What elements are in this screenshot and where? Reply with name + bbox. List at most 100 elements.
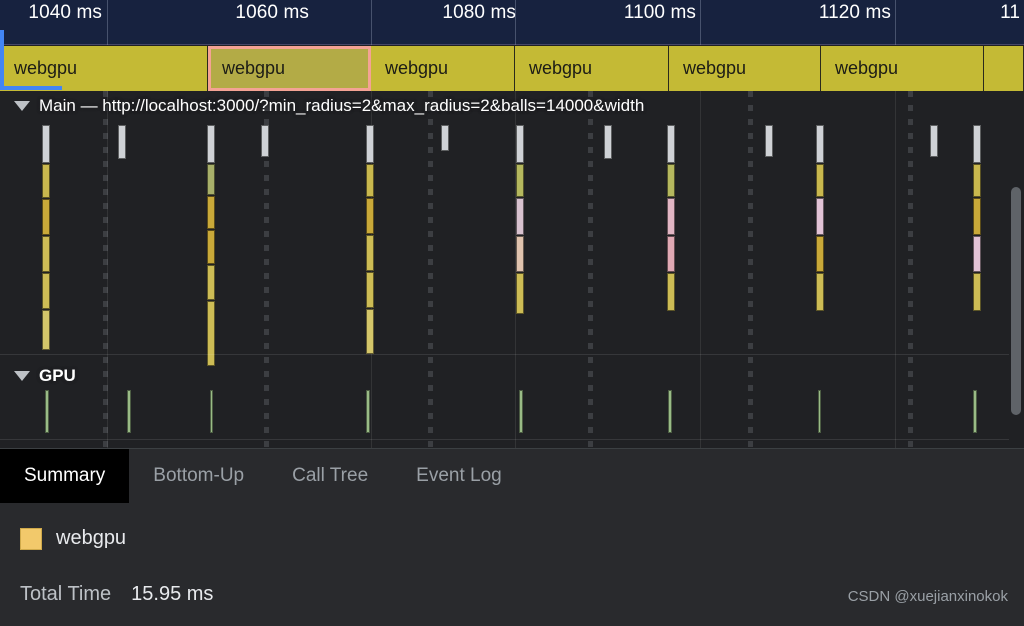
flame-bar[interactable] bbox=[207, 230, 215, 264]
flame-bar[interactable] bbox=[973, 198, 981, 235]
flame-bar[interactable] bbox=[366, 198, 374, 234]
tab-label: Event Log bbox=[416, 465, 502, 486]
tab-call-tree[interactable]: Call Tree bbox=[268, 449, 392, 503]
flame-bar[interactable] bbox=[816, 125, 824, 163]
flame-bar[interactable] bbox=[207, 164, 215, 195]
webgpu-block[interactable]: webgpu bbox=[515, 46, 669, 91]
flame-bar[interactable] bbox=[207, 301, 215, 366]
webgpu-block-label: webgpu bbox=[683, 58, 747, 78]
flame-bar[interactable] bbox=[42, 125, 50, 163]
webgpu-block[interactable]: webgpu bbox=[0, 46, 208, 91]
ruler-tick bbox=[371, 0, 372, 45]
flame-bar[interactable] bbox=[816, 236, 824, 272]
flame-bar[interactable] bbox=[973, 125, 981, 163]
flame-bar[interactable] bbox=[366, 235, 374, 271]
flame-bar[interactable] bbox=[441, 125, 449, 151]
tab-event-log[interactable]: Event Log bbox=[392, 449, 526, 503]
selection-left-foot bbox=[0, 86, 62, 90]
flame-bar[interactable] bbox=[516, 273, 524, 314]
gpu-event-bar[interactable] bbox=[45, 390, 49, 433]
track-title-gpu: GPU bbox=[39, 366, 76, 385]
webgpu-block[interactable]: webgpu bbox=[821, 46, 984, 91]
flame-bar[interactable] bbox=[42, 310, 50, 350]
flame-bar[interactable] bbox=[667, 125, 675, 163]
flame-bar[interactable] bbox=[604, 125, 612, 159]
flame-bar[interactable] bbox=[42, 273, 50, 309]
webgpu-block-selected[interactable]: webgpu bbox=[208, 46, 371, 91]
watermark: CSDN @xuejianxinokok bbox=[847, 588, 1008, 605]
tab-summary[interactable]: Summary bbox=[0, 449, 130, 503]
webgpu-block[interactable]: webgpu bbox=[669, 46, 821, 91]
flame-bar[interactable] bbox=[973, 164, 981, 197]
flame-bar[interactable] bbox=[366, 125, 374, 163]
gpu-event-bar[interactable] bbox=[519, 390, 523, 433]
webgpu-block-label: webgpu bbox=[385, 58, 449, 78]
gpu-event-bar[interactable] bbox=[366, 390, 370, 433]
grid-line-dashed bbox=[908, 91, 913, 448]
flame-bar[interactable] bbox=[42, 164, 50, 198]
flame-bar[interactable] bbox=[42, 236, 50, 272]
ruler-label: 1080 ms bbox=[442, 2, 516, 23]
flame-bar[interactable] bbox=[207, 196, 215, 229]
details-tabbar: Summary Bottom-Up Call Tree Event Log bbox=[0, 449, 1024, 503]
flame-bar[interactable] bbox=[816, 164, 824, 197]
gpu-event-bar[interactable] bbox=[818, 390, 821, 433]
tab-label: Call Tree bbox=[292, 465, 369, 486]
webgpu-block-label: webgpu bbox=[14, 58, 78, 78]
tracks-area[interactable]: Main — http://localhost:3000/?min_radius… bbox=[0, 91, 1024, 448]
selection-left-handle[interactable] bbox=[0, 30, 4, 90]
ruler-label: 11 bbox=[1000, 2, 1020, 23]
flame-bar[interactable] bbox=[765, 125, 773, 157]
flame-bar[interactable] bbox=[667, 198, 675, 235]
legend-color-swatch bbox=[20, 527, 42, 550]
triangle-down-icon[interactable] bbox=[14, 101, 30, 111]
flame-bar[interactable] bbox=[366, 164, 374, 197]
track-header-gpu[interactable]: GPU bbox=[0, 363, 76, 389]
total-time-label: Total Time bbox=[20, 583, 112, 605]
flame-bar[interactable] bbox=[516, 164, 524, 197]
tab-bottom-up[interactable]: Bottom-Up bbox=[129, 449, 268, 503]
flame-bar[interactable] bbox=[816, 198, 824, 235]
flame-bar[interactable] bbox=[118, 125, 126, 159]
flame-bar[interactable] bbox=[516, 198, 524, 235]
webgpu-block[interactable] bbox=[984, 46, 1024, 91]
webgpu-block-label: webgpu bbox=[222, 58, 286, 78]
flame-bar[interactable] bbox=[261, 125, 269, 157]
summary-view: webgpu Total Time 15.95 ms CSDN @xuejian… bbox=[0, 503, 1024, 626]
flame-bar[interactable] bbox=[667, 164, 675, 197]
flame-bar[interactable] bbox=[667, 273, 675, 311]
tab-label: Summary bbox=[24, 465, 106, 486]
flame-bar[interactable] bbox=[516, 125, 524, 163]
ruler-tick bbox=[515, 0, 516, 45]
legend-row: webgpu bbox=[20, 527, 126, 550]
flame-bar[interactable] bbox=[930, 125, 938, 157]
vertical-scrollbar-thumb[interactable] bbox=[1011, 187, 1021, 415]
flame-bar[interactable] bbox=[973, 273, 981, 311]
flame-bar[interactable] bbox=[42, 199, 50, 235]
flame-bar[interactable] bbox=[973, 236, 981, 272]
details-panel: Summary Bottom-Up Call Tree Event Log webgp… bbox=[0, 448, 1024, 626]
gpu-event-bar[interactable] bbox=[973, 390, 977, 433]
timeline-ruler[interactable]: 1040 ms 1060 ms 1080 ms 1100 ms 1120 ms 11 bbox=[0, 0, 1024, 45]
flame-bar[interactable] bbox=[816, 273, 824, 311]
grid-line bbox=[700, 91, 701, 448]
gpu-event-bar[interactable] bbox=[127, 390, 131, 433]
flame-bar[interactable] bbox=[207, 125, 215, 163]
track-title-main: Main — http://localhost:3000/?min_radius… bbox=[39, 96, 645, 115]
webgpu-block[interactable]: webgpu bbox=[371, 46, 515, 91]
flame-bar[interactable] bbox=[366, 309, 374, 354]
gpu-event-bar[interactable] bbox=[668, 390, 672, 433]
gpu-event-bar[interactable] bbox=[210, 390, 213, 433]
webgpu-block-label: webgpu bbox=[835, 58, 899, 78]
ruler-label: 1100 ms bbox=[623, 2, 696, 23]
flame-bar[interactable] bbox=[207, 265, 215, 300]
track-header-main[interactable]: Main — http://localhost:3000/?min_radius… bbox=[0, 93, 644, 119]
vertical-scrollbar[interactable] bbox=[1009, 91, 1024, 448]
flame-bar[interactable] bbox=[667, 236, 675, 272]
ruler-tick bbox=[107, 0, 108, 45]
flame-bar[interactable] bbox=[516, 236, 524, 272]
webgpu-frames-track[interactable]: webgpu webgpu webgpu webgpu webgpu webgpu bbox=[0, 46, 1024, 91]
grid-line-dashed bbox=[588, 91, 593, 448]
flame-bar[interactable] bbox=[366, 272, 374, 308]
triangle-down-icon[interactable] bbox=[14, 371, 30, 381]
